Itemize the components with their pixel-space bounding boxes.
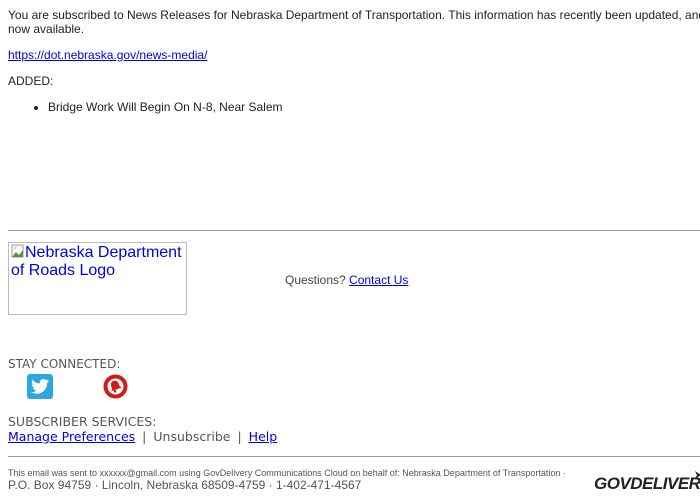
added-list: Bridge Work Will Begin On N-8, Near Sale… [8,100,283,114]
divider [8,230,700,231]
footer-text: This email was sent to xxxxxx@gmail.com … [8,468,566,492]
footer-sent-to: This email was sent to xxxxxx@gmail.com … [8,468,561,478]
subscriber-services-title: SUBSCRIBER SERVICES: [8,414,157,429]
added-label: ADDED: [8,74,54,88]
alert-bell-icon[interactable] [103,374,128,399]
stay-connected-title: STAY CONNECTED: [8,357,121,371]
news-media-link[interactable]: https://dot.nebraska.gov/news-media/ [8,48,207,62]
logo-image[interactable]: Nebraska Department of Roads Logo [8,242,187,315]
help-link[interactable]: Help [249,429,278,444]
separator: | [237,429,242,444]
subscriber-links: Manage Preferences | Unsubscribe | Help [8,429,277,444]
govdelivery-mark-icon [694,466,700,479]
manage-preferences-link[interactable]: Manage Preferences [8,429,135,444]
twitter-icon[interactable] [27,374,53,399]
divider [8,456,700,457]
unsubscribe-link[interactable]: Unsubscribe [153,429,230,444]
questions: Questions? Contact Us [285,273,408,287]
footer-address: P.O. Box 94759 · Lincoln, Nebraska 68509… [8,478,362,492]
separator: | [142,429,147,444]
logo-alt-text: Nebraska Department of Roads Logo [11,244,182,279]
contact-us-link[interactable]: Contact Us [349,273,408,287]
list-item: Bridge Work Will Begin On N-8, Near Sale… [48,100,283,114]
intro-text: You are subscribed to News Releases for … [8,8,700,36]
questions-label: Questions? [285,273,346,287]
broken-image-icon [11,244,25,258]
govdelivery-logo: GOVDELIVERY [594,474,700,493]
